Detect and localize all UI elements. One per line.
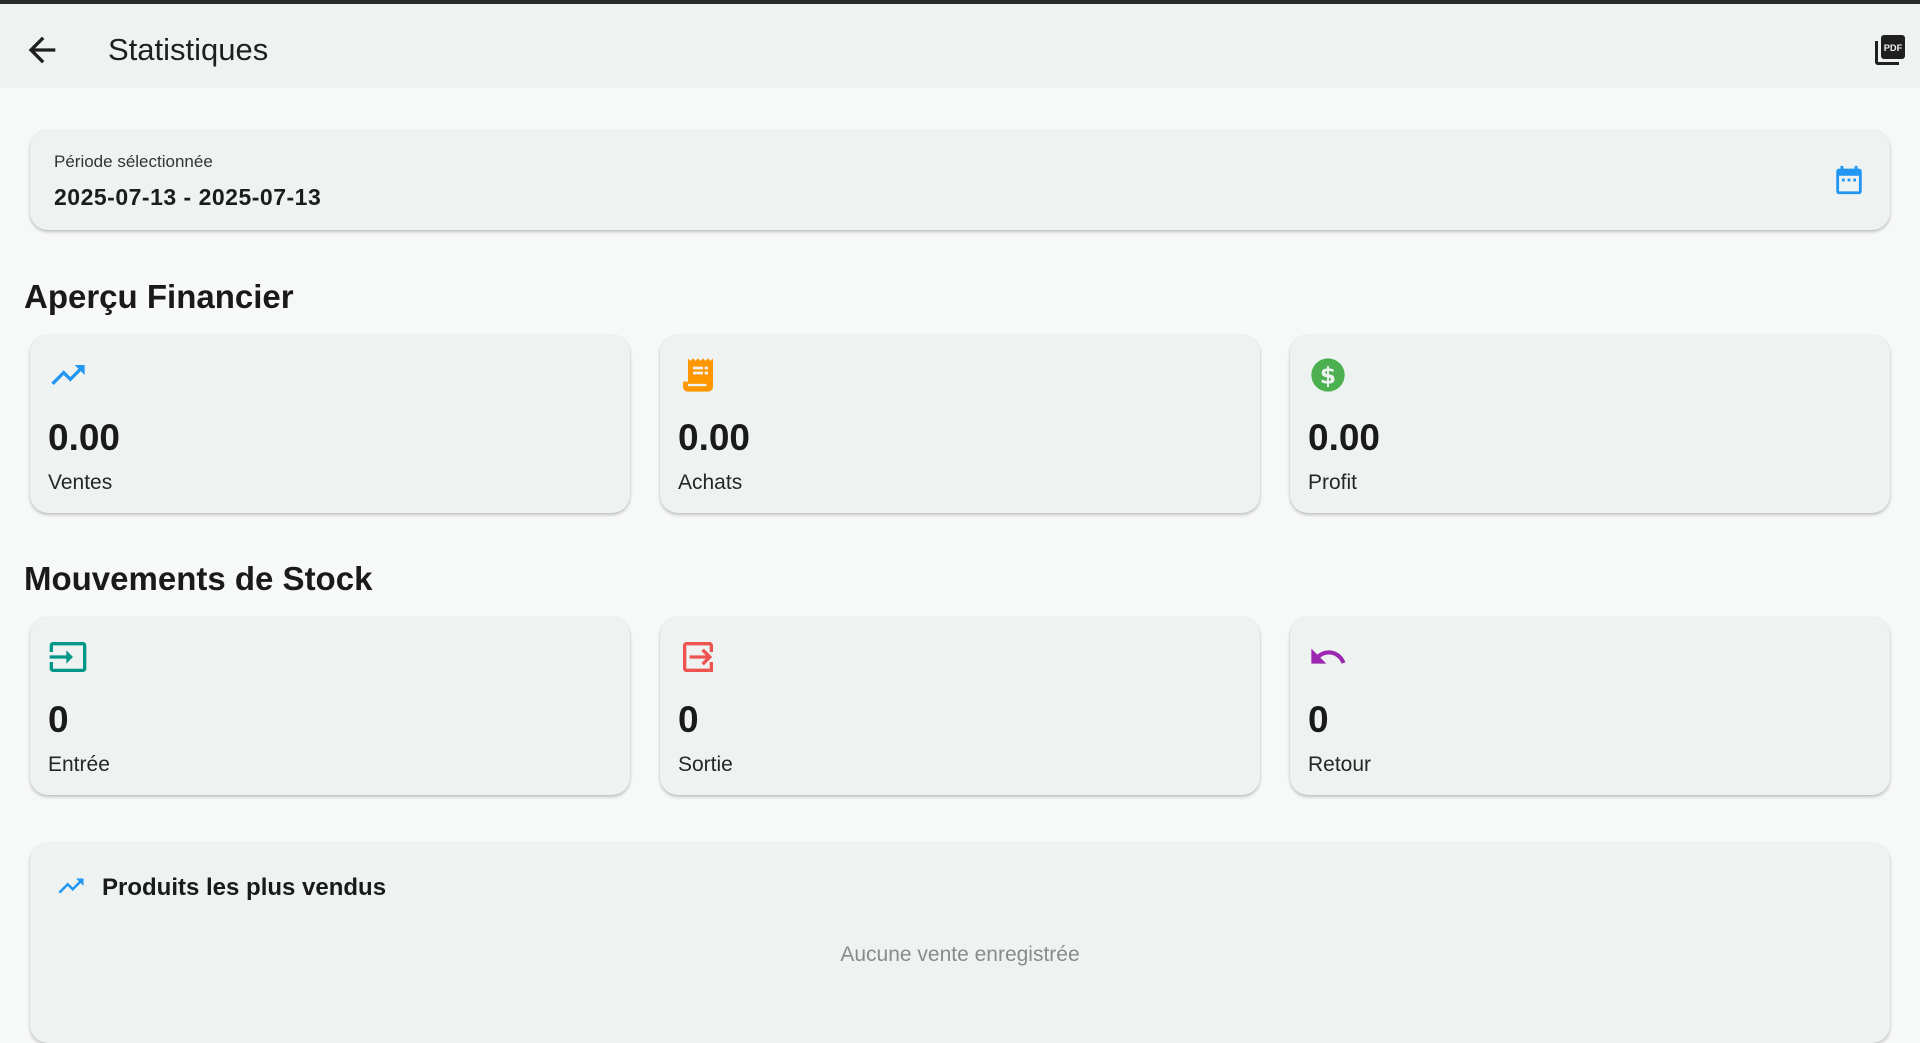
stock-out-card: 0 Sortie bbox=[660, 617, 1260, 795]
calendar-button[interactable] bbox=[1832, 162, 1866, 198]
login-icon bbox=[49, 642, 87, 672]
stock-in-value: 0 bbox=[48, 699, 69, 740]
purchases-card: 0.00 Achats bbox=[660, 335, 1260, 513]
stock-section-title: Mouvements de Stock bbox=[24, 560, 373, 597]
top-products-title: Produits les plus vendus bbox=[102, 874, 387, 901]
profit-value: 0.00 bbox=[1308, 417, 1381, 458]
receipt-icon bbox=[683, 358, 713, 392]
purchases-label: Achats bbox=[678, 471, 743, 494]
stock-return-card: 0 Retour bbox=[1290, 617, 1890, 795]
page-title: Statistiques bbox=[108, 32, 269, 67]
period-selector-card[interactable]: Période sélectionnée 2025-07-13 - 2025-0… bbox=[30, 130, 1890, 230]
stock-out-value: 0 bbox=[678, 699, 699, 740]
trending-up-icon bbox=[51, 365, 85, 385]
trending-up-icon bbox=[58, 878, 84, 894]
pdf-icon: PDF bbox=[1875, 35, 1905, 65]
stock-in-card: 0 Entrée bbox=[30, 617, 630, 795]
period-value: 2025-07-13 - 2025-07-13 bbox=[54, 184, 322, 210]
arrow-back-icon bbox=[28, 36, 56, 64]
top-products-empty-message: Aucune vente enregistrée bbox=[840, 943, 1080, 966]
stock-in-label: Entrée bbox=[48, 753, 110, 776]
stock-out-label: Sortie bbox=[678, 753, 733, 776]
back-button[interactable] bbox=[22, 30, 62, 70]
top-products-card: Produits les plus vendus Aucune vente en… bbox=[30, 843, 1890, 1043]
svg-text:PDF: PDF bbox=[1884, 43, 1903, 53]
purchases-value: 0.00 bbox=[678, 417, 751, 458]
stock-return-label: Retour bbox=[1308, 753, 1372, 776]
period-label: Période sélectionnée bbox=[54, 152, 213, 171]
financial-section-title: Aperçu Financier bbox=[24, 278, 294, 315]
sales-label: Ventes bbox=[48, 471, 113, 494]
sales-card: 0.00 Ventes bbox=[30, 335, 630, 513]
export-pdf-button[interactable]: PDF bbox=[1872, 32, 1908, 68]
undo-icon bbox=[1311, 648, 1346, 664]
stock-return-value: 0 bbox=[1308, 699, 1329, 740]
logout-icon bbox=[683, 642, 713, 672]
profit-card: $ 0.00 Profit bbox=[1290, 335, 1890, 513]
calendar-icon bbox=[1836, 165, 1862, 195]
profit-label: Profit bbox=[1308, 471, 1358, 494]
app-bar: Statistiques PDF bbox=[0, 4, 1920, 88]
sales-value: 0.00 bbox=[48, 417, 121, 458]
svg-text:$: $ bbox=[1320, 362, 1336, 390]
dollar-icon: $ bbox=[1311, 358, 1345, 392]
